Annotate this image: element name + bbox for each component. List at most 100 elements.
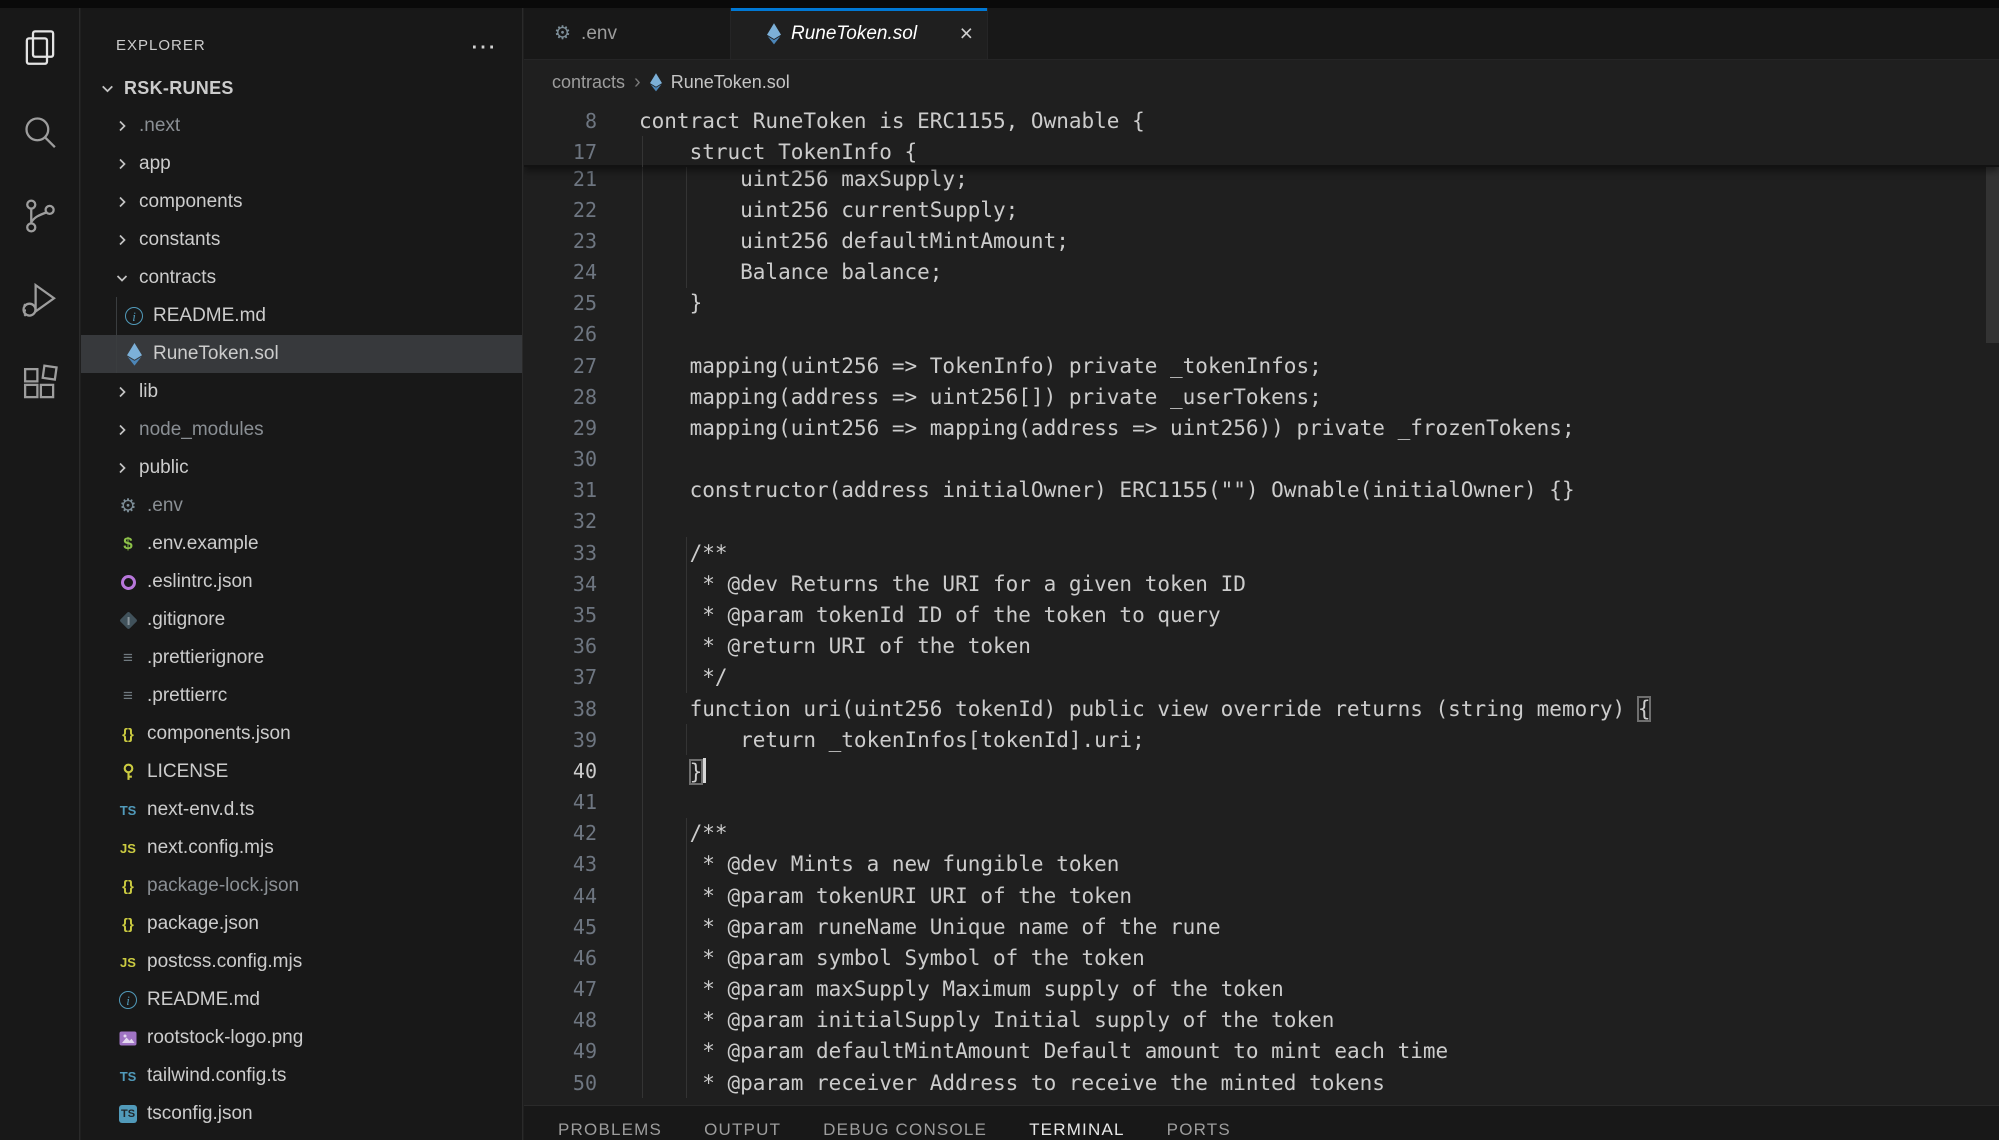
prettier-lines-icon: ≡ — [117, 647, 139, 669]
extensions-icon[interactable] — [16, 360, 64, 408]
panel-tab-ports[interactable]: PORTS — [1167, 1120, 1231, 1140]
code-line[interactable]: 29 mapping(uint256 => mapping(address =>… — [524, 412, 1999, 443]
gear-icon: ⚙ — [117, 495, 139, 517]
sidebar-item-label: RuneToken.sol — [153, 343, 279, 365]
panel-tab-debug-console[interactable]: DEBUG CONSOLE — [823, 1120, 987, 1140]
code-line[interactable]: 34 * @dev Returns the URI for a given to… — [524, 568, 1999, 599]
code-line[interactable]: 35 * @param tokenId ID of the token to q… — [524, 599, 1999, 630]
code-line[interactable]: 28 mapping(address => uint256[]) private… — [524, 381, 1999, 412]
sticky-line[interactable]: 8contract RuneToken is ERC1155, Ownable … — [524, 105, 1999, 136]
panel-tab-output[interactable]: OUTPUT — [704, 1120, 781, 1140]
sidebar-item-lib[interactable]: lib — [81, 373, 522, 411]
code-line[interactable]: 37 */ — [524, 662, 1999, 693]
code-line[interactable]: 22 uint256 currentSupply; — [524, 194, 1999, 225]
source-control-icon[interactable] — [16, 192, 64, 240]
chevron-right-icon — [111, 153, 133, 175]
sidebar-item-label: next-env.d.ts — [147, 799, 254, 821]
code-line[interactable]: 33 /** — [524, 537, 1999, 568]
code-line[interactable]: 47 * @param maxSupply Maximum supply of … — [524, 973, 1999, 1004]
sidebar-item-node-modules[interactable]: node_modules — [81, 411, 522, 449]
sidebar-item-label: README.md — [147, 989, 260, 1011]
sidebar-item-env-example[interactable]: $ .env.example — [81, 525, 522, 563]
search-icon[interactable] — [16, 108, 64, 156]
code-line[interactable]: 39 return _tokenInfos[tokenId].uri; — [524, 724, 1999, 755]
panel-tab-problems[interactable]: PROBLEMS — [558, 1120, 662, 1140]
section-label: RSK-RUNES — [124, 78, 234, 99]
sidebar-item-runetoken[interactable]: RuneToken.sol — [81, 335, 522, 373]
code-editor[interactable]: 21 uint256 maxSupply; 22 uint256 current… — [524, 105, 1999, 1105]
explorer-icon[interactable] — [16, 24, 64, 72]
prettier-lines-icon: ≡ — [117, 685, 139, 707]
code-line[interactable]: 24 Balance balance; — [524, 257, 1999, 288]
code-line[interactable]: 26 — [524, 319, 1999, 350]
sidebar-item-postcss-config[interactable]: JS postcss.config.mjs — [81, 943, 522, 981]
sidebar-item-package-json[interactable]: {} package.json — [81, 905, 522, 943]
sidebar-item-license[interactable]: LICENSE — [81, 753, 522, 791]
code-line[interactable]: 42 /** — [524, 818, 1999, 849]
sidebar-item-constants[interactable]: constants — [81, 221, 522, 259]
code-line[interactable]: 43 * @dev Mints a new fungible token — [524, 849, 1999, 880]
sidebar-item-rootstock-logo[interactable]: rootstock-logo.png — [81, 1019, 522, 1057]
breadcrumb-separator: › — [634, 71, 641, 94]
explorer-sidebar: EXPLORER ⋯ RSK-RUNES .next app component… — [81, 8, 523, 1140]
breadcrumb-folder[interactable]: contracts — [552, 72, 625, 93]
code-line[interactable]: 48 * @param initialSupply Initial supply… — [524, 1005, 1999, 1036]
sidebar-item-tsconfig[interactable]: TS tsconfig.json — [81, 1095, 522, 1133]
dollar-icon: $ — [117, 533, 139, 555]
code-line[interactable]: 23 uint256 defaultMintAmount; — [524, 225, 1999, 256]
sidebar-section-rsk-runes[interactable]: RSK-RUNES — [81, 69, 522, 107]
code-line[interactable]: 41 — [524, 786, 1999, 817]
sidebar-item-next-config[interactable]: JS next.config.mjs — [81, 829, 522, 867]
code-line[interactable]: 44 * @param tokenURI URI of the token — [524, 880, 1999, 911]
chevron-right-icon — [111, 381, 133, 403]
sidebar-item-package-lock[interactable]: {} package-lock.json — [81, 867, 522, 905]
sidebar-item-public[interactable]: public — [81, 449, 522, 487]
tab-runetoken[interactable]: RuneToken.sol × — [731, 8, 988, 59]
panel-tab-terminal[interactable]: TERMINAL — [1029, 1120, 1125, 1140]
sidebar-item-eslintrc[interactable]: .eslintrc.json — [81, 563, 522, 601]
chevron-down-icon — [111, 267, 133, 289]
activity-bar — [0, 8, 80, 1140]
sticky-line[interactable]: 17 struct TokenInfo { — [524, 136, 1999, 167]
code-line[interactable]: 36 * @return URI of the token — [524, 631, 1999, 662]
sidebar-item-label: LICENSE — [147, 761, 228, 783]
close-icon[interactable]: × — [960, 22, 973, 45]
code-line-current[interactable]: 40 } — [524, 755, 1999, 786]
code-line[interactable]: 50 * @param receiver Address to receive … — [524, 1067, 1999, 1098]
code-line[interactable]: 25 } — [524, 288, 1999, 319]
breadcrumb-file[interactable]: RuneToken.sol — [671, 72, 790, 93]
chevron-right-icon — [111, 419, 133, 441]
sidebar-item-app[interactable]: app — [81, 145, 522, 183]
sidebar-item-contracts[interactable]: contracts — [81, 259, 522, 297]
sidebar-item-tailwind-config[interactable]: TS tailwind.config.ts — [81, 1057, 522, 1095]
sidebar-item-label: contracts — [139, 267, 216, 289]
more-actions-icon[interactable]: ⋯ — [470, 41, 496, 51]
code-line[interactable]: 38 function uri(uint256 tokenId) public … — [524, 693, 1999, 724]
code-line[interactable]: 32 — [524, 506, 1999, 537]
sidebar-item-env[interactable]: ⚙ .env — [81, 487, 522, 525]
run-debug-icon[interactable] — [16, 276, 64, 324]
code-line[interactable]: 27 mapping(uint256 => TokenInfo) private… — [524, 350, 1999, 381]
tab-env[interactable]: ⚙ .env — [524, 8, 731, 59]
sidebar-item-readme-contracts[interactable]: i README.md — [81, 297, 522, 335]
code-line[interactable]: 21 uint256 maxSupply; — [524, 163, 1999, 194]
sidebar-item-prettierrc[interactable]: ≡ .prettierrc — [81, 677, 522, 715]
code-line[interactable]: 49 * @param defaultMintAmount Default am… — [524, 1036, 1999, 1067]
braces-icon: {} — [117, 913, 139, 935]
code-line[interactable]: 30 — [524, 444, 1999, 475]
sidebar-item-label: constants — [139, 229, 220, 251]
window-top-strip — [0, 0, 1999, 8]
sidebar-item-next-env[interactable]: TS next-env.d.ts — [81, 791, 522, 829]
sidebar-item-readme-root[interactable]: i README.md — [81, 981, 522, 1019]
sidebar-item-next-folder[interactable]: .next — [81, 107, 522, 145]
code-line[interactable]: 46 * @param symbol Symbol of the token — [524, 942, 1999, 973]
sidebar-item-label: rootstock-logo.png — [147, 1027, 303, 1049]
sidebar-item-components[interactable]: components — [81, 183, 522, 221]
code-line[interactable]: 31 constructor(address initialOwner) ERC… — [524, 475, 1999, 506]
code-line[interactable]: 45 * @param runeName Unique name of the … — [524, 911, 1999, 942]
sidebar-item-gitignore[interactable]: .gitignore — [81, 601, 522, 639]
sidebar-item-label: tsconfig.json — [147, 1103, 253, 1125]
sidebar-item-prettierignore[interactable]: ≡ .prettierignore — [81, 639, 522, 677]
sidebar-item-components-json[interactable]: {} components.json — [81, 715, 522, 753]
sidebar-item-label: .env — [147, 495, 183, 517]
